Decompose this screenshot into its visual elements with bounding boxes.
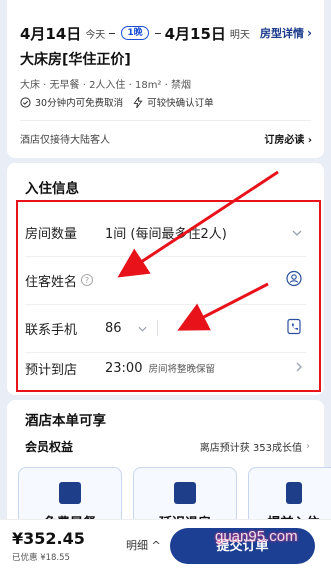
arrival-row[interactable]: 预计到店 23:00 房间将整晚保留 <box>25 343 306 393</box>
arrival-label: 预计到店 <box>25 362 78 378</box>
room-detail-link[interactable]: 房型详情 › <box>260 25 312 41</box>
guest-notice: 酒店仅接待大陆客人 <box>20 135 110 146</box>
benefits-title: 酒店本单可享 <box>25 413 106 429</box>
house-icon <box>174 482 196 504</box>
date-row: 4月14日 今天 1晚 4月15日 明天 房型详情 › <box>20 22 312 44</box>
breakfast-icon <box>59 482 81 504</box>
chevron-right-icon: › <box>307 26 312 40</box>
must-read-link[interactable]: 订房必读 › <box>264 131 312 146</box>
room-name: 大床房[华住正价] <box>20 52 131 68</box>
checkout-day: 明天 <box>229 29 250 41</box>
guest-info-card: 入住信息 房间数量 1间 (每间最多住2人) 住客姓名 ? 联系手机 86 预计 <box>7 163 324 395</box>
chevron-up-icon: ^ <box>151 539 161 552</box>
rooms-value: 1间 (每间最多住2人) <box>105 226 227 242</box>
member-label: 会员权益 <box>25 440 74 454</box>
confirm-policy-text: 可较快确认订单 <box>147 98 214 109</box>
checkout-date: 4月15日 <box>164 24 226 43</box>
discount-text: 已优惠 ¥18.55 <box>12 553 70 563</box>
section-title: 入住信息 <box>25 181 79 197</box>
confirm-policy: 可较快确认订单 <box>133 95 214 109</box>
checkin-date: 4月14日 <box>20 24 82 43</box>
watermark: guan95.com <box>215 528 298 545</box>
arrival-note: 房间将整晚保留 <box>148 364 215 375</box>
must-read-label: 订房必读 <box>264 135 305 146</box>
notice-row: 酒店仅接待大陆客人 订房必读 › <box>20 131 312 146</box>
rooms-label: 房间数量 <box>25 226 78 242</box>
contact-icon[interactable] <box>286 270 302 290</box>
nights-badge: 1晚 <box>121 26 149 40</box>
cancel-policy-text: 30分钟内可免费取消 <box>35 98 124 109</box>
phone-input[interactable] <box>158 313 306 343</box>
price-detail-link[interactable]: 明细 ^ <box>126 537 161 553</box>
door-icon <box>286 482 302 504</box>
guest-name-row: 住客姓名 ? <box>25 255 306 305</box>
chevron-down-icon <box>138 326 147 332</box>
guest-name-input[interactable] <box>105 265 306 295</box>
phone-book-icon[interactable] <box>287 318 302 338</box>
chevron-down-icon[interactable] <box>292 225 302 239</box>
arrival-time: 23:00 <box>105 360 143 376</box>
cancel-policy: 30分钟内可免费取消 <box>20 95 123 109</box>
check-circle-icon <box>20 96 31 108</box>
chevron-right-icon: › <box>306 441 310 452</box>
room-attributes: 大床 · 无早餐 · 2人入住 · 18m² · 禁烟 <box>20 80 191 91</box>
member-row[interactable]: 会员权益 离店预计获 353成长值 › <box>25 438 310 455</box>
growth-text: 离店预计获 353成长值 › <box>199 441 310 454</box>
lightning-icon <box>133 96 143 108</box>
policy-row: 30分钟内可免费取消 可较快确认订单 <box>20 95 224 109</box>
divider <box>20 120 311 121</box>
room-detail-label: 房型详情 <box>260 27 305 40</box>
help-icon[interactable]: ? <box>81 274 94 286</box>
phone-country-code[interactable]: 86 <box>105 321 147 336</box>
phone-label: 联系手机 <box>25 322 78 338</box>
chevron-right-icon <box>296 361 302 375</box>
checkin-day: 今天 <box>85 29 106 41</box>
total-price: ¥352.45 <box>12 529 85 548</box>
bottom-bar: ¥352.45 已优惠 ¥18.55 明细 ^ 提交订单 <box>0 519 331 572</box>
booking-card: 4月14日 今天 1晚 4月15日 明天 房型详情 › 大床房[华住正价] 大床… <box>7 0 324 158</box>
rooms-row[interactable]: 房间数量 1间 (每间最多住2人) <box>25 207 306 257</box>
guest-name-label: 住客姓名 ? <box>25 271 105 290</box>
